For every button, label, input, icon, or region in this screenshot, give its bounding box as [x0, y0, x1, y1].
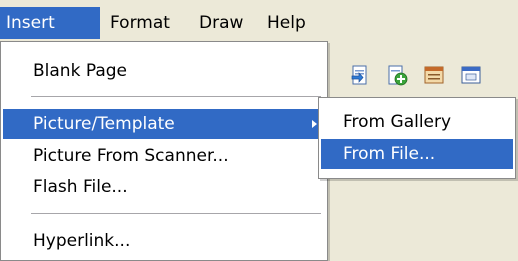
insert-menu: Blank Page Picture/Template Picture From…	[0, 41, 328, 261]
menu-separator	[31, 213, 321, 214]
menu-draw-label: Draw	[199, 13, 244, 33]
menu-item-picture-template[interactable]: Picture/Template	[3, 109, 325, 139]
menu-bar: Insert Format Draw Help	[0, 0, 518, 44]
menu-item-label: Blank Page	[33, 61, 127, 81]
import-page-icon[interactable]	[349, 64, 371, 86]
window-icon[interactable]	[460, 64, 482, 86]
menu-format[interactable]: Format	[110, 7, 190, 39]
submenu-item-label: From Gallery	[343, 112, 452, 132]
menu-item-label: Picture From Scanner...	[33, 146, 229, 166]
toolbar	[335, 56, 518, 92]
menu-draw[interactable]: Draw	[199, 7, 257, 39]
submenu-item-label: From File...	[343, 144, 436, 164]
menu-insert-label: Insert	[6, 13, 55, 33]
menu-item-label: Flash File...	[33, 177, 128, 197]
submenu-item-from-file[interactable]: From File...	[321, 139, 513, 169]
menu-item-flash-file[interactable]: Flash File...	[3, 172, 325, 202]
submenu-arrow-icon	[312, 120, 317, 128]
menu-item-picture-from-scanner[interactable]: Picture From Scanner...	[3, 141, 325, 171]
menu-item-label: Hyperlink...	[33, 231, 131, 251]
menu-item-hyperlink[interactable]: Hyperlink...	[3, 226, 325, 256]
menu-insert[interactable]: Insert	[0, 7, 100, 39]
submenu-item-from-gallery[interactable]: From Gallery	[321, 107, 513, 137]
menu-help[interactable]: Help	[267, 7, 317, 39]
picture-template-submenu: From Gallery From File...	[318, 97, 516, 179]
form-icon[interactable]	[423, 64, 445, 86]
add-page-icon[interactable]	[386, 64, 408, 86]
menu-item-label: Picture/Template	[33, 114, 175, 134]
menu-help-label: Help	[267, 13, 306, 33]
menu-item-blank-page[interactable]: Blank Page	[3, 56, 325, 86]
menu-format-label: Format	[110, 13, 170, 33]
menu-separator	[31, 96, 321, 97]
